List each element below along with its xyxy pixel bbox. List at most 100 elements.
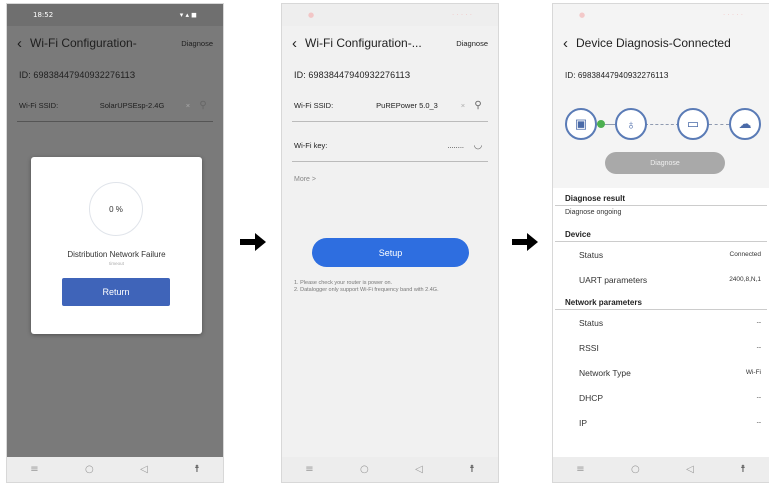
- wifi-ssid-value[interactable]: PuREPower 5.0_3: [358, 101, 456, 110]
- search-icon[interactable]: ⚲: [195, 100, 211, 111]
- setup-button[interactable]: Setup: [312, 238, 469, 267]
- status-bar: ● · · · · ·: [282, 4, 498, 26]
- connection-diagram: ▣ ♁ ▭ ☁: [553, 100, 769, 152]
- more-link[interactable]: More >: [282, 162, 498, 183]
- search-icon[interactable]: ⚲: [470, 100, 486, 111]
- diagnose-link[interactable]: Diagnose: [181, 39, 213, 48]
- back-arrow-icon[interactable]: ‹: [17, 36, 22, 51]
- wifi-ssid-value[interactable]: SolarUPSEsp-2.4G: [83, 101, 181, 110]
- list-item: Status Connected: [553, 242, 769, 267]
- app-header: ‹ Wi-Fi Configuration- Diagnose: [7, 26, 223, 60]
- param-value: --: [756, 319, 761, 326]
- accessibility-icon[interactable]: ☨: [740, 464, 745, 475]
- menu-icon[interactable]: ≡: [30, 464, 38, 475]
- device-id: ID: 6983844794093227611З: [565, 70, 669, 80]
- back-icon[interactable]: ◁: [686, 464, 694, 475]
- home-icon[interactable]: ○: [631, 464, 640, 475]
- param-value: --: [756, 344, 761, 351]
- diagnose-button[interactable]: Diagnose: [605, 152, 725, 174]
- accessibility-icon[interactable]: ☨: [469, 464, 474, 475]
- accessibility-icon[interactable]: ☨: [194, 464, 199, 475]
- list-item: Network Type Wi-Fi: [553, 360, 769, 385]
- status-bar: ● · · · · ·: [553, 4, 769, 26]
- app-header: ‹ Device Diagnosis-Connected: [553, 26, 769, 60]
- link-line: [645, 124, 679, 125]
- status-icons: ▾ ▴ ◼: [179, 11, 197, 19]
- param-value: --: [756, 394, 761, 401]
- cloud-icon: ☁: [729, 108, 761, 140]
- device-id: ID: 6983844794093227611З: [294, 70, 411, 80]
- list-item: UART parameters 2400,8,N,1: [553, 267, 769, 292]
- phone-screen-wifi-config: ● · · · · · ‹ Wi-Fi Configuration-... Di…: [281, 3, 499, 483]
- section-title: Device: [555, 224, 767, 242]
- phone-screen-config-failure: 18:52 ▾ ▴ ◼ ‹ Wi-Fi Configuration- Diagn…: [6, 3, 224, 483]
- phone-screen-device-diagnosis: ● · · · · · ‹ Device Diagnosis-Connected…: [552, 3, 769, 483]
- param-value: Wi-Fi: [745, 369, 761, 376]
- param-label: Network Type: [579, 367, 631, 378]
- home-icon[interactable]: ○: [85, 464, 94, 475]
- back-arrow-icon[interactable]: ‹: [563, 36, 568, 51]
- system-nav-bar: ≡ ○ ◁ ☨: [553, 457, 769, 482]
- system-nav-bar: ≡ ○ ◁ ☨: [282, 457, 498, 482]
- clear-icon[interactable]: ×: [181, 101, 195, 110]
- page-title: Device Diagnosis-Connected: [576, 36, 731, 50]
- return-button[interactable]: Return: [62, 278, 170, 306]
- diagnosis-results: Diagnose result Diagnose ongoing Device …: [553, 188, 769, 457]
- page-title: Wi-Fi Configuration-: [30, 36, 137, 50]
- progress-ring: 0 %: [89, 182, 143, 236]
- back-icon[interactable]: ◁: [140, 464, 148, 475]
- section-title: Network parameters: [555, 292, 767, 310]
- wifi-key-label: Wi-Fi key:: [294, 141, 328, 150]
- datalogger-icon: ♁: [615, 108, 647, 140]
- param-label: Status: [579, 249, 604, 260]
- back-arrow-icon[interactable]: ‹: [292, 36, 297, 51]
- param-label: Status: [579, 317, 604, 328]
- wifi-key-value[interactable]: ........: [358, 141, 470, 150]
- device-id: ID: 6983844794093227611З: [19, 70, 136, 80]
- menu-icon[interactable]: ≡: [305, 464, 313, 475]
- right-arrow-icon: [512, 233, 538, 251]
- wifi-ssid-field[interactable]: Wi-Fi SSID: SolarUPSEsp-2.4G × ⚲: [17, 90, 213, 122]
- page-title: Wi-Fi Configuration-...: [305, 36, 422, 50]
- note-line: 1. Please check your router is power on.: [294, 280, 393, 286]
- param-label: DHCP: [579, 392, 604, 403]
- status-icons: · · · · ·: [722, 11, 743, 19]
- wifi-ssid-label: Wi-Fi SSID:: [19, 101, 59, 110]
- status-time: 18:52: [33, 11, 54, 19]
- wifi-key-field[interactable]: Wi-Fi key: ........ ◡: [292, 130, 488, 162]
- note-line: 2. Datalogger only support Wi-Fi frequen…: [294, 287, 439, 293]
- param-value: --: [756, 419, 761, 426]
- progress-value: 0 %: [109, 204, 123, 214]
- app-header: ‹ Wi-Fi Configuration-... Diagnose: [282, 26, 498, 60]
- back-icon[interactable]: ◁: [415, 464, 423, 475]
- list-item: RSSI --: [553, 335, 769, 360]
- wifi-ssid-label: Wi-Fi SSID:: [294, 101, 334, 110]
- diagnose-status: Diagnose ongoing: [565, 209, 622, 216]
- status-bar: 18:52 ▾ ▴ ◼: [7, 4, 223, 26]
- wifi-ssid-field[interactable]: Wi-Fi SSID: PuREPower 5.0_3 × ⚲: [292, 90, 488, 122]
- list-item: IP --: [553, 410, 769, 435]
- dialog-title: Distribution Network Failure: [67, 250, 166, 259]
- connected-dot-icon: [597, 120, 605, 128]
- list-item: Status --: [553, 310, 769, 335]
- router-icon: ▭: [677, 108, 709, 140]
- param-value: Connected: [729, 251, 761, 258]
- param-label: RSSI: [579, 342, 599, 353]
- param-label: IP: [579, 417, 588, 428]
- status-icons: · · · · ·: [451, 11, 472, 19]
- section-title: Diagnose result: [555, 188, 767, 206]
- list-item: DHCP --: [553, 385, 769, 410]
- dialog-subtitle: timeout: [109, 261, 124, 266]
- param-value: 2400,8,N,1: [729, 276, 761, 283]
- param-label: UART parameters: [579, 274, 648, 285]
- home-icon[interactable]: ○: [360, 464, 369, 475]
- eye-closed-icon[interactable]: ◡: [470, 140, 486, 151]
- status-dot-icon: ●: [579, 11, 586, 19]
- clear-icon[interactable]: ×: [456, 101, 470, 110]
- failure-dialog: 0 % Distribution Network Failure timeout…: [31, 157, 202, 334]
- diagnose-link[interactable]: Diagnose: [456, 39, 488, 48]
- menu-icon[interactable]: ≡: [576, 464, 584, 475]
- status-dot-icon: ●: [308, 11, 315, 19]
- right-arrow-icon: [240, 233, 266, 251]
- inverter-icon: ▣: [565, 108, 597, 140]
